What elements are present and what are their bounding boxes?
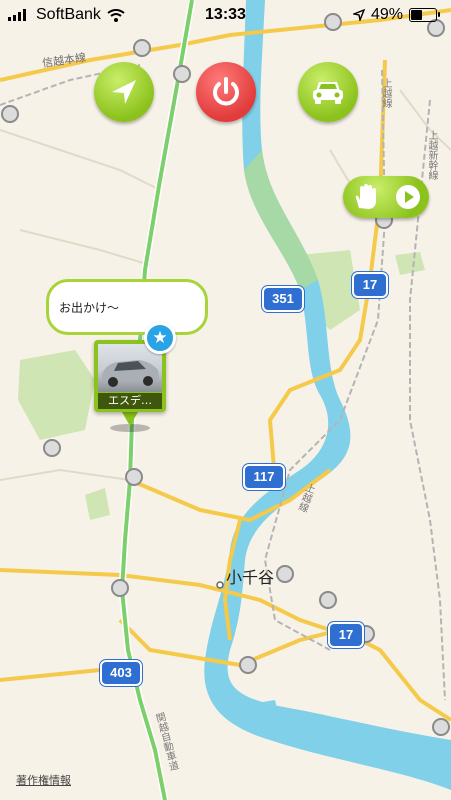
car-button[interactable]: [298, 62, 358, 122]
car-icon: [313, 82, 343, 104]
station-marker[interactable]: [432, 718, 450, 736]
route-shield: 117: [243, 464, 285, 490]
gesture-play-control[interactable]: [343, 176, 429, 218]
star-icon: ★: [152, 328, 168, 348]
power-icon: [213, 77, 239, 106]
power-button[interactable]: [196, 62, 256, 122]
play-icon[interactable]: [394, 183, 422, 211]
route-shield: 17: [352, 272, 388, 298]
station-marker[interactable]: [43, 439, 61, 457]
car-name: エスデ…: [98, 393, 162, 409]
message-bubble[interactable]: お出かけ～: [46, 279, 208, 335]
route-shield: 403: [100, 660, 142, 686]
station-marker[interactable]: [173, 65, 191, 83]
hand-icon[interactable]: [350, 182, 380, 212]
copyright-link[interactable]: 著作権情報: [16, 772, 71, 788]
station-marker[interactable]: [125, 468, 143, 486]
locate-button[interactable]: [94, 62, 154, 122]
rail-label: 上越新幹線: [426, 130, 437, 180]
station-marker[interactable]: [319, 591, 337, 609]
station-marker[interactable]: [111, 579, 129, 597]
station-marker[interactable]: [1, 105, 19, 123]
message-text: お出かけ～: [59, 300, 120, 315]
pin-tail: [122, 412, 138, 426]
status-right: 49%: [352, 6, 440, 24]
favorite-badge[interactable]: ★: [144, 322, 176, 354]
station-marker[interactable]: [239, 656, 257, 674]
station-marker[interactable]: [133, 39, 151, 57]
location-arrow-icon: [352, 9, 365, 21]
navigation-arrow-icon: [112, 80, 136, 104]
route-shield: 17: [328, 622, 364, 648]
station-marker[interactable]: [276, 565, 294, 583]
route-shield: 351: [262, 286, 304, 312]
battery-percent: 49%: [370, 6, 403, 23]
status-bar: SoftBank 13:33 49%: [0, 0, 451, 30]
battery-icon: [409, 8, 440, 22]
town-label[interactable]: 小千谷: [226, 564, 274, 588]
rail-label: 上越線: [380, 78, 391, 108]
town-dot: [216, 581, 224, 589]
